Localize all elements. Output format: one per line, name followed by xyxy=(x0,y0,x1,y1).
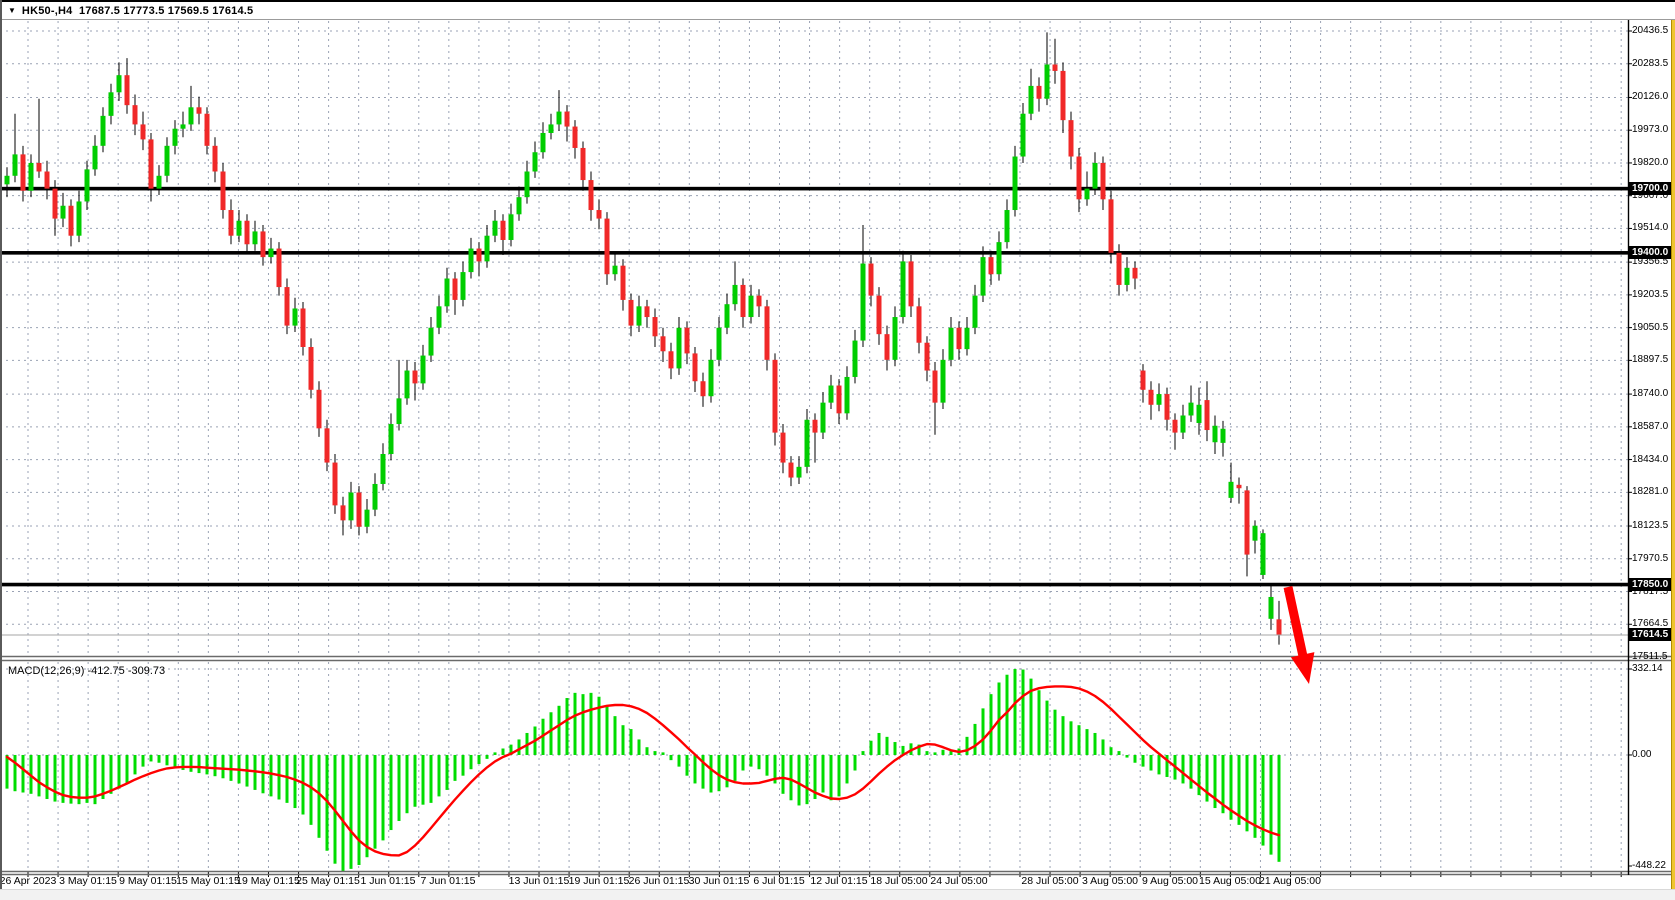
symbol-ohlc-readout: HK50-,H4 17687.5 17773.5 17569.5 17614.5 xyxy=(22,5,253,17)
chart-title-bar: ▼ HK50-,H4 17687.5 17773.5 17569.5 17614… xyxy=(0,0,1675,20)
price-axis[interactable] xyxy=(1628,20,1671,871)
window-left-border xyxy=(0,0,2,900)
time-axis[interactable] xyxy=(0,871,1628,889)
chart-canvas[interactable] xyxy=(0,0,1675,900)
symbol-dropdown-icon[interactable]: ▼ xyxy=(8,1,16,21)
trading-chart-window: MACD(12,26,9) -412.75 -309.73 20436.5202… xyxy=(0,0,1675,900)
window-accent-stripe xyxy=(1671,20,1675,889)
sell-arrow-annotation[interactable] xyxy=(1291,652,1315,684)
window-bottom-strip xyxy=(0,889,1675,900)
